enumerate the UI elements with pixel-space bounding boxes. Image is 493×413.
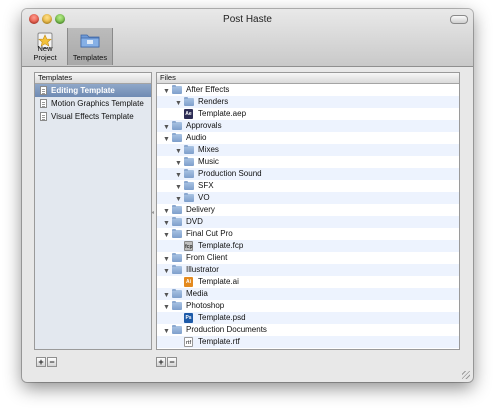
folder-icon xyxy=(184,156,194,166)
folder-row[interactable]: ▼ Final Cut Pro xyxy=(157,228,459,240)
file-row[interactable]: Ae Template.aep xyxy=(157,108,459,120)
templates-items: Editing Template Motion Graphics Template… xyxy=(35,84,151,123)
files-tree: Files ▼ After Effects ▼ Renders Ae Template.a… xyxy=(156,72,460,350)
template-item[interactable]: Visual Effects Template xyxy=(35,110,151,123)
file-label: Template.ai xyxy=(198,277,239,286)
folder-label: Production Sound xyxy=(198,169,262,178)
folder-row[interactable]: ▼ After Effects xyxy=(157,84,459,96)
folder-label: Final Cut Pro xyxy=(186,229,233,238)
folder-icon xyxy=(184,180,194,190)
folder-label: Music xyxy=(198,157,219,166)
folder-icon xyxy=(172,120,182,130)
folder-icon xyxy=(184,144,194,154)
folder-label: Delivery xyxy=(186,205,215,214)
file-row[interactable]: fcp Template.fcp xyxy=(157,240,459,252)
folder-label: VO xyxy=(198,193,210,202)
folder-row[interactable]: ▼ From Client xyxy=(157,252,459,264)
aep-file-icon: Ae xyxy=(184,109,193,119)
templates-list: Templates Editing Template Motion Graphic… xyxy=(34,72,152,350)
template-document-icon xyxy=(40,99,47,108)
new-project-button[interactable]: New Project xyxy=(25,28,65,65)
folder-icon xyxy=(172,228,182,238)
files-header: Files xyxy=(157,73,459,84)
titlebar: Post Haste New Project Templates xyxy=(22,9,473,67)
folder-icon xyxy=(172,264,182,274)
folder-label: Production Documents xyxy=(186,325,267,334)
template-document-icon xyxy=(40,112,47,121)
templates-buttons: + − xyxy=(36,357,58,367)
file-label: Template.rtf xyxy=(198,337,240,346)
remove-template-button[interactable]: − xyxy=(47,357,57,367)
folder-icon xyxy=(172,288,182,298)
folder-icon xyxy=(184,168,194,178)
split-handle-icon[interactable]: ◂ xyxy=(151,209,154,216)
file-row[interactable]: Ps Template.psd xyxy=(157,312,459,324)
remove-file-button[interactable]: − xyxy=(167,357,177,367)
folder-row[interactable]: ▼ Delivery xyxy=(157,204,459,216)
templates-button[interactable]: Templates xyxy=(67,28,113,65)
folder-row[interactable]: ▼ Renders xyxy=(157,96,459,108)
template-document-icon xyxy=(40,86,47,95)
folder-label: DVD xyxy=(186,217,203,226)
folder-label: Photoshop xyxy=(186,301,225,310)
folder-icon xyxy=(172,132,182,142)
folder-label: Illustrator xyxy=(186,265,219,274)
folder-row[interactable]: ▼ Music xyxy=(157,156,459,168)
folder-icon xyxy=(172,84,182,94)
folder-icon xyxy=(172,300,182,310)
folder-icon xyxy=(172,204,182,214)
folder-row[interactable]: ▼ SFX xyxy=(157,180,459,192)
files-rows: ▼ After Effects ▼ Renders Ae Template.aep ▼ App… xyxy=(157,84,459,348)
folder-row[interactable]: ▼ Production Sound xyxy=(157,168,459,180)
folder-label: From Client xyxy=(186,253,228,262)
fcp-file-icon: fcp xyxy=(184,241,193,251)
file-row[interactable]: rtf Template.rtf xyxy=(157,336,459,348)
folder-row[interactable]: ▼ Mixes xyxy=(157,144,459,156)
folder-row[interactable]: ▼ Photoshop xyxy=(157,300,459,312)
folder-icon xyxy=(184,96,194,106)
file-label: Template.aep xyxy=(198,109,247,118)
post-haste-window: Post Haste New Project Templates Templat… xyxy=(22,9,473,382)
templates-label: Templates xyxy=(72,53,108,62)
file-label: Template.fcp xyxy=(198,241,244,250)
file-row[interactable]: Ai Template.ai xyxy=(157,276,459,288)
folder-row[interactable]: ▼ Illustrator xyxy=(157,264,459,276)
folder-label: Audio xyxy=(186,133,207,142)
folder-label: Renders xyxy=(198,97,229,106)
template-item-label: Motion Graphics Template xyxy=(51,99,144,108)
folder-row[interactable]: ▼ Audio xyxy=(157,132,459,144)
folder-row[interactable]: ▼ Media xyxy=(157,288,459,300)
folder-row[interactable]: ▼ Production Documents xyxy=(157,324,459,336)
folder-label: Approvals xyxy=(186,121,222,130)
resize-grip-icon[interactable] xyxy=(462,371,470,379)
file-label: Template.psd xyxy=(198,313,246,322)
folder-row[interactable]: ▼ DVD xyxy=(157,216,459,228)
folder-label: Media xyxy=(186,289,208,298)
folder-icon xyxy=(172,324,182,334)
add-template-button[interactable]: + xyxy=(36,357,46,367)
folder-row[interactable]: ▼ VO xyxy=(157,192,459,204)
folder-label: SFX xyxy=(198,181,214,190)
files-buttons: + − xyxy=(156,357,178,367)
rtf-file-icon: rtf xyxy=(184,337,193,347)
folder-icon xyxy=(184,192,194,202)
templates-folder-icon xyxy=(79,30,101,52)
folder-label: After Effects xyxy=(186,85,230,94)
toolbar-toggle-button[interactable] xyxy=(450,15,468,24)
template-item-label: Visual Effects Template xyxy=(51,112,134,121)
folder-label: Mixes xyxy=(198,145,219,154)
psd-file-icon: Ps xyxy=(184,313,193,323)
add-file-button[interactable]: + xyxy=(156,357,166,367)
template-item[interactable]: Motion Graphics Template xyxy=(35,97,151,110)
window-title: Post Haste xyxy=(223,14,272,25)
folder-icon xyxy=(172,216,182,226)
template-item[interactable]: Editing Template xyxy=(35,84,151,97)
new-project-label: New Project xyxy=(33,44,57,62)
folder-icon xyxy=(172,252,182,262)
ai-file-icon: Ai xyxy=(184,277,193,287)
folder-row[interactable]: ▼ Approvals xyxy=(157,120,459,132)
template-item-label: Editing Template xyxy=(51,86,115,95)
templates-header: Templates xyxy=(35,73,151,84)
